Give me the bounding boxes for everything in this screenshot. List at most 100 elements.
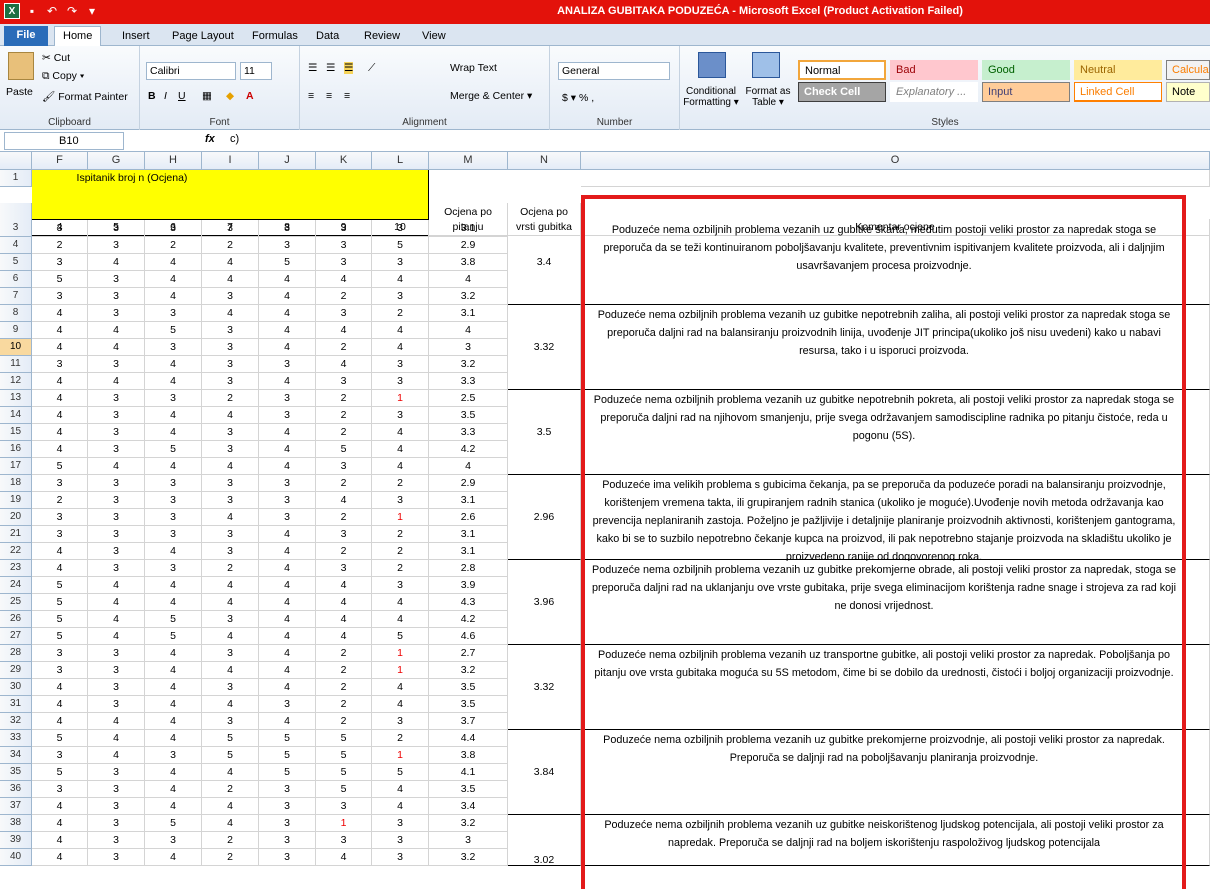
cell-j38[interactable]: 3: [259, 815, 316, 832]
cell-k31[interactable]: 2: [316, 696, 372, 713]
column-header-g[interactable]: G: [88, 152, 145, 170]
cell-j34[interactable]: 5: [259, 747, 316, 764]
row-header-10[interactable]: 10: [0, 339, 32, 356]
cell-h13[interactable]: 3: [145, 390, 202, 407]
cell-h4[interactable]: 2: [145, 237, 202, 254]
cell-i24[interactable]: 4: [202, 577, 259, 594]
cell-k5[interactable]: 3: [316, 254, 372, 271]
row-header-31[interactable]: 31: [0, 696, 32, 713]
function-icon[interactable]: fx: [205, 133, 215, 145]
waste-score-7[interactable]: 3.84: [508, 730, 581, 815]
cell-j24[interactable]: 4: [259, 577, 316, 594]
cell-m25[interactable]: 4.3: [429, 594, 508, 611]
cell-m30[interactable]: 3.5: [429, 679, 508, 696]
cell-l9[interactable]: 4: [372, 322, 429, 339]
waste-score-2[interactable]: 3.32: [508, 305, 581, 390]
cell-l31[interactable]: 4: [372, 696, 429, 713]
row-header-40[interactable]: 40: [0, 849, 32, 866]
row-header-36[interactable]: 36: [0, 781, 32, 798]
cell-i20[interactable]: 4: [202, 509, 259, 526]
cell-i39[interactable]: 2: [202, 832, 259, 849]
tab-home[interactable]: Home: [54, 26, 102, 46]
number-format-select[interactable]: General: [558, 62, 670, 80]
cell-h18[interactable]: 3: [145, 475, 202, 492]
cell-f29[interactable]: 3: [32, 662, 88, 679]
row-header-12[interactable]: 12: [0, 373, 32, 390]
borders-icon[interactable]: ▦: [202, 90, 212, 102]
cell-g13[interactable]: 3: [88, 390, 145, 407]
column-header-h[interactable]: H: [145, 152, 202, 170]
italic-button[interactable]: I: [164, 90, 167, 102]
cell-style-neutral[interactable]: Neutral: [1074, 60, 1162, 80]
cell-g7[interactable]: 3: [88, 288, 145, 305]
cell-h5[interactable]: 4: [145, 254, 202, 271]
row-header-37[interactable]: 37: [0, 798, 32, 815]
cell-l23[interactable]: 2: [372, 560, 429, 577]
cell-m26[interactable]: 4.2: [429, 611, 508, 628]
row-header-22[interactable]: 22: [0, 543, 32, 560]
cell-h36[interactable]: 4: [145, 781, 202, 798]
cell-h27[interactable]: 5: [145, 628, 202, 645]
cell-i11[interactable]: 3: [202, 356, 259, 373]
cell-h8[interactable]: 3: [145, 305, 202, 322]
cell-l20[interactable]: 1: [372, 509, 429, 526]
cell-f6[interactable]: 5: [32, 271, 88, 288]
cell-style-linked-cell[interactable]: Linked Cell: [1074, 82, 1162, 102]
cell-j36[interactable]: 3: [259, 781, 316, 798]
cell-h32[interactable]: 4: [145, 713, 202, 730]
cell-f31[interactable]: 4: [32, 696, 88, 713]
align-center-icon[interactable]: ≡: [326, 90, 332, 102]
cell-m15[interactable]: 3.3: [429, 424, 508, 441]
cell-f7[interactable]: 3: [32, 288, 88, 305]
cell-m22[interactable]: 3.1: [429, 543, 508, 560]
cell-k28[interactable]: 2: [316, 645, 372, 662]
font-color-icon[interactable]: A: [246, 90, 254, 102]
cell-h3[interactable]: 3: [145, 220, 202, 237]
cell-l40[interactable]: 3: [372, 849, 429, 866]
currency-button[interactable]: $ ▾ % ,: [562, 92, 594, 104]
cell-style-note[interactable]: Note: [1166, 82, 1210, 102]
cell-g15[interactable]: 3: [88, 424, 145, 441]
cell-h7[interactable]: 4: [145, 288, 202, 305]
cell-j18[interactable]: 3: [259, 475, 316, 492]
cell-m3[interactable]: 3.1: [429, 220, 508, 237]
cell-h26[interactable]: 5: [145, 611, 202, 628]
cell-g16[interactable]: 3: [88, 441, 145, 458]
cell-f12[interactable]: 4: [32, 373, 88, 390]
cut-button[interactable]: ✂ Cut: [42, 52, 70, 64]
cell-l26[interactable]: 4: [372, 611, 429, 628]
cell-k12[interactable]: 3: [316, 373, 372, 390]
cell-l32[interactable]: 3: [372, 713, 429, 730]
cell-l22[interactable]: 2: [372, 543, 429, 560]
cell-j10[interactable]: 4: [259, 339, 316, 356]
cell-f34[interactable]: 3: [32, 747, 88, 764]
cell-l7[interactable]: 3: [372, 288, 429, 305]
cell-i9[interactable]: 3: [202, 322, 259, 339]
cell-k37[interactable]: 3: [316, 798, 372, 815]
cell-k40[interactable]: 4: [316, 849, 372, 866]
row-header-29[interactable]: 29: [0, 662, 32, 679]
cell-h11[interactable]: 4: [145, 356, 202, 373]
cell-l12[interactable]: 3: [372, 373, 429, 390]
row-header-20[interactable]: 20: [0, 509, 32, 526]
cell-m10[interactable]: 3: [429, 339, 508, 356]
tab-view[interactable]: View: [414, 27, 454, 46]
cell-f22[interactable]: 4: [32, 543, 88, 560]
cell-g18[interactable]: 3: [88, 475, 145, 492]
cell-l27[interactable]: 5: [372, 628, 429, 645]
row-header-1[interactable]: 1: [0, 170, 32, 187]
cell-g22[interactable]: 3: [88, 543, 145, 560]
cell-m21[interactable]: 3.1: [429, 526, 508, 543]
cell-k13[interactable]: 2: [316, 390, 372, 407]
cell-i6[interactable]: 4: [202, 271, 259, 288]
cell-m23[interactable]: 2.8: [429, 560, 508, 577]
cell-i28[interactable]: 3: [202, 645, 259, 662]
cell-k39[interactable]: 3: [316, 832, 372, 849]
cell-g28[interactable]: 3: [88, 645, 145, 662]
cell-i25[interactable]: 4: [202, 594, 259, 611]
cell-j40[interactable]: 3: [259, 849, 316, 866]
cell-j37[interactable]: 3: [259, 798, 316, 815]
conditional-formatting-icon[interactable]: [698, 52, 726, 78]
row-header-5[interactable]: 5: [0, 254, 32, 271]
cell-h10[interactable]: 3: [145, 339, 202, 356]
